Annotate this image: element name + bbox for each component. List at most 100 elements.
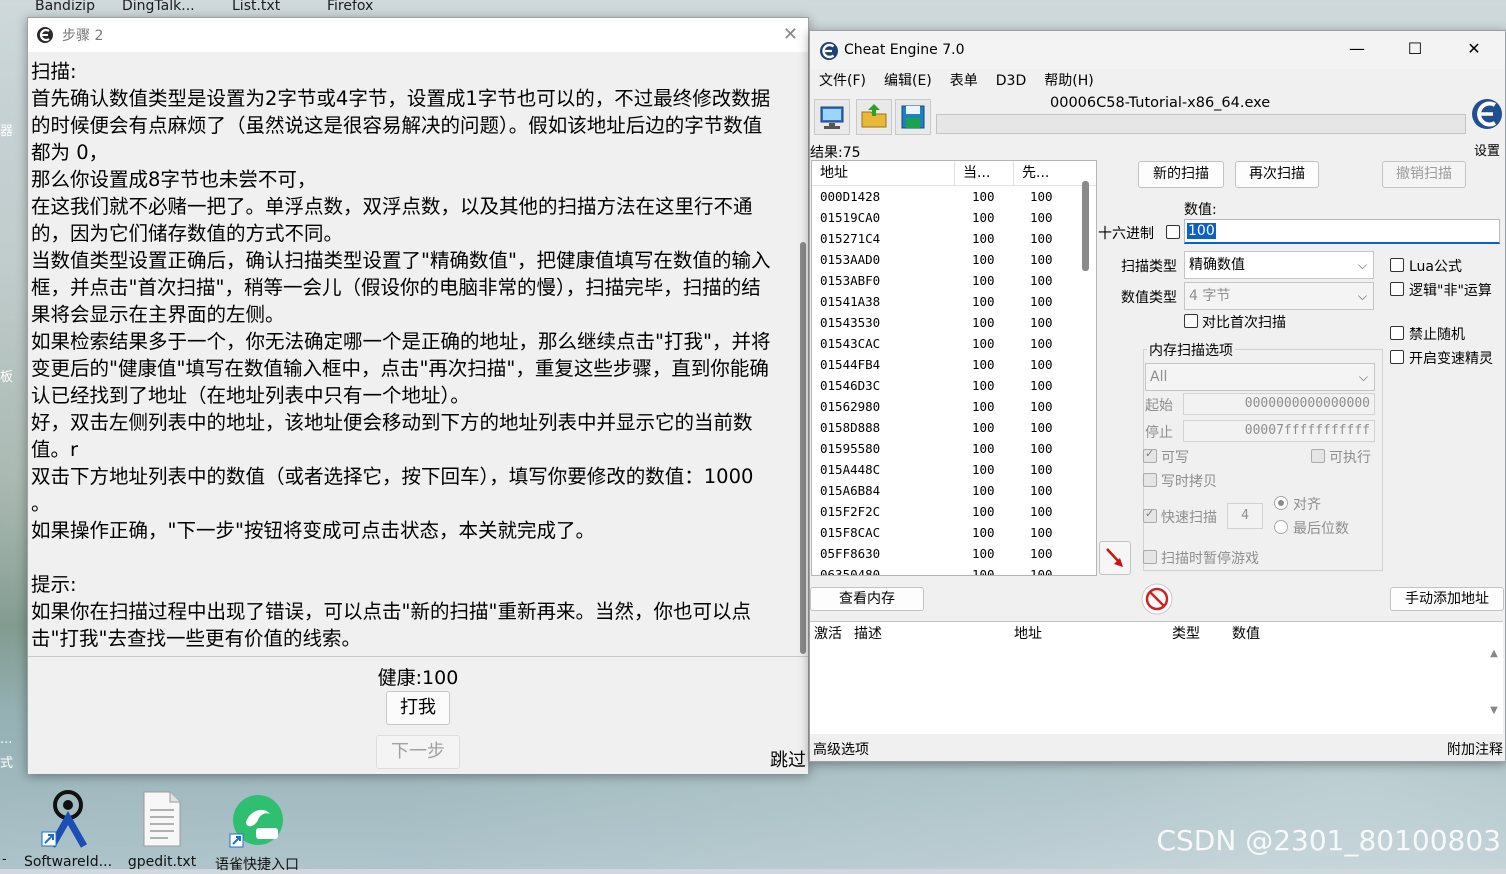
writable-label: 可写 (1161, 450, 1189, 466)
column-current[interactable]: 当... (955, 161, 1014, 185)
next-step-button[interactable]: 下一步 (376, 735, 460, 769)
chevron-down-icon: ⌵ (1357, 258, 1367, 272)
executable-checkbox[interactable] (1311, 449, 1325, 463)
pause-game-checkbox[interactable] (1143, 550, 1157, 564)
address-row[interactable]: 06350480 100 100 (812, 564, 1096, 575)
stop-address-field[interactable]: 00007fffffffffff (1183, 420, 1375, 442)
column-address[interactable]: 地址 (1014, 622, 1172, 646)
address-row[interactable]: 0153ABF0 100 100 (812, 270, 1096, 291)
view-memory-button[interactable]: 查看内存 (810, 587, 924, 611)
found-address-list[interactable]: 地址 当... 先... 000D1428 100 100 01519CA0 100 10… (811, 160, 1097, 576)
undo-scan-button[interactable]: 撤销扫描 (1382, 161, 1466, 188)
address-cell: 015271C4 (820, 231, 881, 246)
previous-value-cell: 100 (1030, 231, 1053, 246)
computer-icon (820, 106, 844, 129)
menu-edit[interactable]: 编辑(E) (884, 69, 932, 93)
scrollbar-thumb[interactable] (800, 242, 806, 654)
advanced-options-link[interactable]: 高级选项 (813, 739, 869, 759)
select-process-button[interactable] (814, 99, 850, 135)
last-digits-radio[interactable] (1274, 520, 1288, 534)
desktop-label-bandizip[interactable]: Bandizip (35, 0, 95, 14)
save-table-button[interactable] (895, 99, 931, 135)
tutorial-scrollbar[interactable] (798, 52, 808, 656)
cheat-table-list[interactable]: 激活 描述 地址 类型 数值 ▲ ▼ (810, 621, 1503, 734)
column-active[interactable]: 激活 (814, 622, 854, 646)
address-row[interactable]: 01562980 100 100 (812, 396, 1096, 417)
column-address[interactable]: 地址 (812, 161, 955, 185)
new-scan-button[interactable]: 新的扫描 (1138, 161, 1224, 188)
tutorial-text-area[interactable]: 扫描: 首先确认数值类型是设置为2字节或4字节，设置成1字节也可以的，不过最终修… (28, 52, 798, 656)
menu-file[interactable]: 文件(F) (819, 69, 866, 93)
settings-button[interactable]: 设置 (1469, 94, 1505, 159)
not-logic-checkbox[interactable] (1390, 282, 1404, 296)
close-icon[interactable]: ✕ (1462, 39, 1486, 58)
desktop-icon-gpedit[interactable]: gpedit.txt (119, 790, 205, 870)
address-row[interactable]: 01544FB4 100 100 (812, 354, 1096, 375)
extra-comment-link[interactable]: 附加注释 (1447, 739, 1503, 759)
ce-window-title: Cheat Engine 7.0 (844, 42, 965, 58)
fast-scan-value[interactable]: 4 (1227, 503, 1263, 529)
address-row[interactable]: 05FF8630 100 100 (812, 543, 1096, 564)
address-row[interactable]: 015F2F2C 100 100 (812, 501, 1096, 522)
address-row[interactable]: 0158D888 100 100 (812, 417, 1096, 438)
desktop-icon-yuque[interactable]: 语雀快捷入口 (208, 792, 306, 874)
start-address-field[interactable]: 0000000000000000 (1183, 393, 1375, 415)
scroll-up-icon[interactable]: ▲ (1489, 648, 1499, 659)
open-table-button[interactable] (856, 99, 892, 135)
add-to-list-button[interactable] (1099, 541, 1131, 575)
desktop-icon-softwareid[interactable]: SoftwareId... (20, 788, 116, 870)
value-type-select[interactable]: 4 字节 ⌵ (1184, 282, 1374, 310)
minimize-icon[interactable]: — (1345, 39, 1369, 58)
address-row[interactable]: 015F8CAC 100 100 (812, 522, 1096, 543)
address-row[interactable]: 01595580 100 100 (812, 438, 1096, 459)
address-row[interactable]: 01543CAC 100 100 (812, 333, 1096, 354)
stop-icon[interactable] (1141, 583, 1173, 615)
fast-scan-checkbox[interactable] (1143, 507, 1157, 523)
ce-titlebar[interactable]: Cheat Engine 7.0 — ☐ ✕ (810, 31, 1505, 69)
desktop-label-dingtalk[interactable]: DingTalk... (122, 0, 195, 14)
scan-value-input[interactable]: 100 (1184, 219, 1500, 244)
next-scan-button[interactable]: 再次扫描 (1235, 161, 1319, 188)
address-row[interactable]: 000D1428 100 100 (812, 186, 1096, 207)
address-rows: 000D1428 100 100 01519CA0 100 100 015271C4 100 1… (812, 186, 1096, 575)
menu-d3d[interactable]: D3D (996, 69, 1026, 93)
scan-type-select[interactable]: 精确数值 ⌵ (1184, 251, 1374, 279)
desktop-label-listtxt[interactable]: List.txt (232, 0, 280, 14)
lua-formula-checkbox[interactable] (1390, 258, 1404, 272)
column-previous[interactable]: 先... (1014, 161, 1072, 185)
address-row[interactable]: 01541A38 100 100 (812, 291, 1096, 312)
close-icon[interactable]: ✕ (783, 24, 798, 45)
tutorial-titlebar[interactable]: 步骤 2 ✕ (28, 18, 808, 52)
no-random-checkbox[interactable] (1390, 326, 1404, 340)
column-description[interactable]: 描述 (854, 622, 1014, 646)
scroll-down-icon[interactable]: ▼ (1489, 705, 1499, 716)
skip-link[interactable]: 跳过 (770, 746, 806, 772)
memory-region-select[interactable]: All ⌵ (1145, 363, 1375, 391)
address-row[interactable]: 0153AAD0 100 100 (812, 249, 1096, 270)
align-radio[interactable] (1274, 496, 1288, 510)
desktop-label-firefox[interactable]: Firefox (327, 0, 373, 14)
address-row[interactable]: 01546D3C 100 100 (812, 375, 1096, 396)
cheat-table-scrollbar[interactable]: ▲ ▼ (1489, 648, 1499, 728)
compare-first-checkbox[interactable] (1184, 314, 1198, 328)
maximize-icon[interactable]: ☐ (1403, 39, 1427, 58)
address-row[interactable]: 015A6B84 100 100 (812, 480, 1096, 501)
add-address-manually-button[interactable]: 手动添加地址 (1390, 587, 1504, 611)
menu-help[interactable]: 帮助(H) (1044, 69, 1093, 93)
scrollbar-thumb[interactable] (1082, 181, 1089, 271)
column-type[interactable]: 类型 (1172, 622, 1232, 646)
address-row[interactable]: 015271C4 100 100 (812, 228, 1096, 249)
scan-type-value: 精确数值 (1189, 257, 1245, 273)
address-row[interactable]: 01543530 100 100 (812, 312, 1096, 333)
speedhack-checkbox[interactable] (1390, 350, 1404, 364)
hex-checkbox[interactable] (1166, 225, 1180, 239)
column-value[interactable]: 数值 (1232, 622, 1292, 646)
health-value: 健康:100 (377, 667, 459, 689)
copy-on-write-checkbox[interactable] (1143, 473, 1157, 487)
menu-table[interactable]: 表单 (950, 69, 978, 93)
hit-me-button[interactable]: 打我 (386, 691, 450, 725)
start-address-label: 起始 (1145, 398, 1173, 414)
writable-checkbox[interactable] (1143, 447, 1157, 463)
address-row[interactable]: 015A448C 100 100 (812, 459, 1096, 480)
address-row[interactable]: 01519CA0 100 100 (812, 207, 1096, 228)
